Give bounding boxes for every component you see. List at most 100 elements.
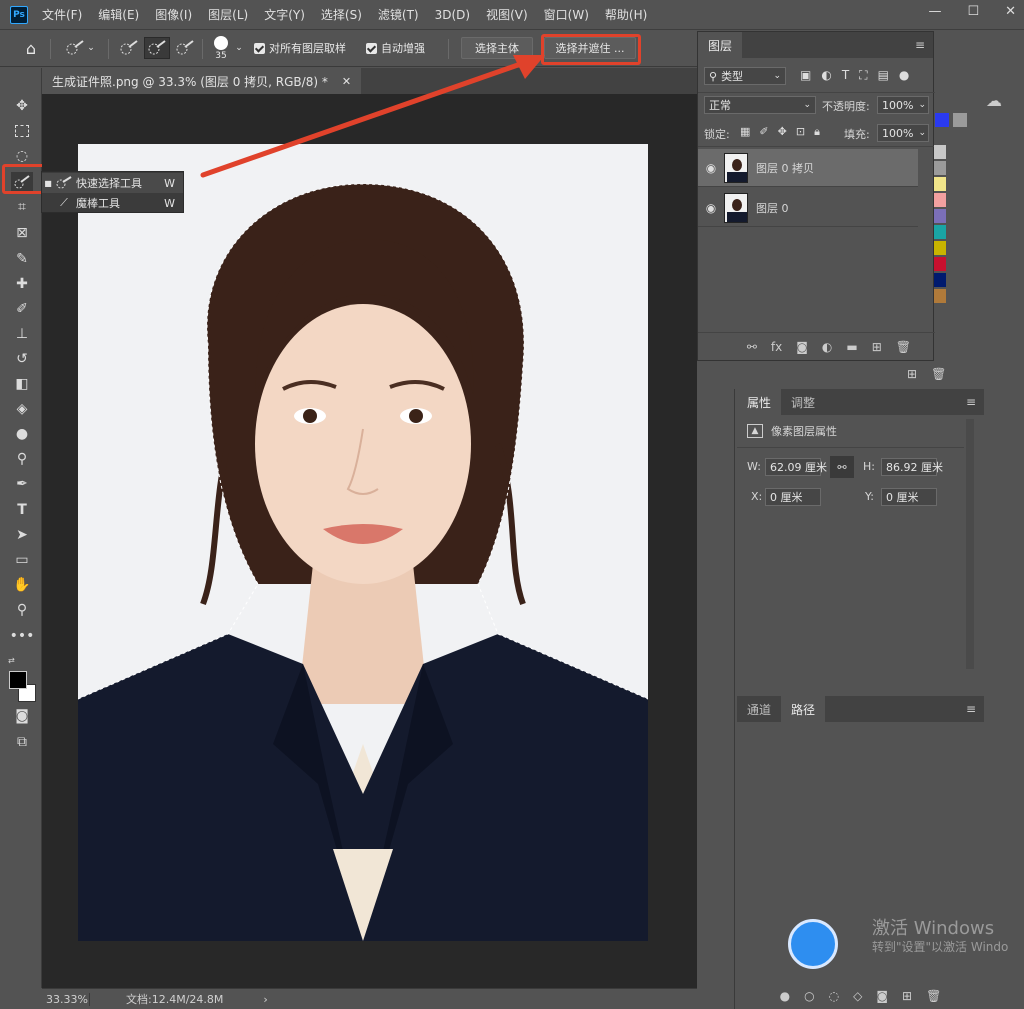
pen-tool-icon[interactable]: ✒ xyxy=(11,474,33,494)
color-swatch[interactable] xyxy=(934,273,946,287)
add-mask-icon[interactable]: ◙ xyxy=(796,340,808,354)
load-selection-icon[interactable]: ◌ xyxy=(829,989,839,1003)
lock-all-icon[interactable]: 🔒︎ xyxy=(814,125,820,139)
x-input[interactable]: 0 厘米 xyxy=(765,488,821,506)
blur-tool-icon[interactable]: ● xyxy=(11,424,33,444)
link-layers-icon[interactable]: ⚯ xyxy=(747,340,757,354)
menu-type[interactable]: 文字(Y) xyxy=(264,6,305,23)
crop-tool-icon[interactable]: ⌗ xyxy=(11,197,33,217)
eye-icon[interactable]: ◉ xyxy=(698,161,724,175)
history-brush-tool-icon[interactable]: ↺ xyxy=(11,349,33,369)
dodge-tool-icon[interactable]: ⚲ xyxy=(11,449,33,469)
height-input[interactable]: 86.92 厘米 xyxy=(881,458,943,476)
eyedropper-tool-icon[interactable]: ✎ xyxy=(11,249,33,269)
adjustment-filter-icon[interactable]: ◐ xyxy=(821,68,831,83)
color-swatch[interactable] xyxy=(934,241,946,255)
flyout-item-quick-selection[interactable]: ■ 快速选择工具 W xyxy=(42,173,183,193)
trash-icon[interactable]: 🗑︎ xyxy=(896,340,911,354)
add-to-selection-button[interactable] xyxy=(144,37,170,59)
foreground-color-swatch[interactable] xyxy=(9,671,27,689)
y-input[interactable]: 0 厘米 xyxy=(881,488,937,506)
panel-menu-icon[interactable]: ≡ xyxy=(966,395,976,409)
trash-icon[interactable]: 🗑︎ xyxy=(931,367,946,381)
link-dimensions-icon[interactable]: ⚯ xyxy=(830,456,854,478)
color-swatch[interactable] xyxy=(934,193,946,207)
flyout-item-magic-wand[interactable]: ⟋ 魔棒工具 W xyxy=(42,193,183,213)
minimize-icon[interactable]: — xyxy=(928,4,941,19)
panel-menu-icon[interactable]: ≡ xyxy=(915,38,925,52)
zoom-tool-icon[interactable]: ⚲ xyxy=(11,600,33,620)
close-icon[interactable]: ✕ xyxy=(1005,4,1016,19)
smart-object-filter-icon[interactable]: ▤ xyxy=(878,68,889,83)
zoom-level[interactable]: 33.33% xyxy=(42,992,90,1006)
eye-icon[interactable]: ◉ xyxy=(698,201,724,215)
healing-brush-tool-icon[interactable]: ✚ xyxy=(11,274,33,294)
swatch-gray[interactable] xyxy=(953,113,967,127)
hand-tool-icon[interactable]: ✋ xyxy=(11,575,33,595)
menu-3d[interactable]: 3D(D) xyxy=(435,8,470,22)
fill-input[interactable]: 100% ⌄ xyxy=(877,124,929,142)
path-selection-tool-icon[interactable]: ➤ xyxy=(11,525,33,545)
menu-view[interactable]: 视图(V) xyxy=(486,6,528,23)
color-swatch[interactable] xyxy=(934,225,946,239)
new-selection-button[interactable] xyxy=(116,37,142,59)
layer-row-original[interactable]: ◉ 图层 0 xyxy=(698,189,918,227)
blend-mode-select[interactable]: 正常 ⌄ xyxy=(704,96,816,114)
tab-channels[interactable]: 通道 xyxy=(737,696,781,722)
lock-transparency-icon[interactable]: ▦ xyxy=(740,125,750,139)
swatch-blue[interactable] xyxy=(935,113,949,127)
color-swatch[interactable] xyxy=(934,257,946,271)
new-swatch-icon[interactable]: ⊞ xyxy=(907,367,917,381)
paint-bucket-tool-icon[interactable]: ◈ xyxy=(11,399,33,419)
tab-properties[interactable]: 属性 xyxy=(737,389,782,415)
color-swatch[interactable] xyxy=(934,177,946,191)
floating-assistant-icon[interactable] xyxy=(788,919,838,969)
home-icon[interactable]: ⌂ xyxy=(18,37,44,59)
tool-preset-picker[interactable]: ⌄ xyxy=(60,37,100,59)
brush-tool-icon[interactable]: ✐ xyxy=(11,299,33,319)
opacity-input[interactable]: 100% ⌄ xyxy=(877,96,929,114)
lock-artboard-icon[interactable]: ⊡ xyxy=(796,125,805,139)
layer-row-copy[interactable]: ◉ 图层 0 拷贝 xyxy=(698,149,918,187)
adjustment-layer-icon[interactable]: ◐ xyxy=(822,340,832,354)
panel-menu-icon[interactable]: ≡ xyxy=(966,702,976,716)
type-tool-icon[interactable]: T xyxy=(11,500,33,520)
menu-select[interactable]: 选择(S) xyxy=(321,6,362,23)
add-mask-icon[interactable]: ◙ xyxy=(876,989,888,1003)
move-tool-icon[interactable]: ✥ xyxy=(11,96,33,116)
id-photo-canvas[interactable] xyxy=(78,144,648,941)
quick-mask-icon[interactable]: ◙ xyxy=(11,706,33,726)
maximize-icon[interactable]: ☐ xyxy=(967,4,979,19)
menu-help[interactable]: 帮助(H) xyxy=(605,6,647,23)
color-swatch[interactable] xyxy=(934,209,946,223)
menu-window[interactable]: 窗口(W) xyxy=(544,6,589,23)
tab-adjustments[interactable]: 调整 xyxy=(781,389,825,415)
menu-file[interactable]: 文件(F) xyxy=(42,6,82,23)
properties-scrollbar[interactable] xyxy=(966,419,974,669)
tab-paths[interactable]: 路径 xyxy=(781,696,826,722)
new-path-icon[interactable]: ⊞ xyxy=(902,989,912,1003)
color-swatch[interactable] xyxy=(934,289,946,303)
trash-icon[interactable]: 🗑︎ xyxy=(926,989,941,1003)
clone-stamp-tool-icon[interactable]: ⊥ xyxy=(11,324,33,344)
filter-toggle-icon[interactable]: ● xyxy=(899,68,909,83)
make-work-path-icon[interactable]: ◇ xyxy=(853,989,862,1003)
layer-filter-select[interactable]: ⚲ 类型 ⌄ xyxy=(704,67,786,85)
tab-layers[interactable]: 图层 xyxy=(698,32,743,58)
menu-layer[interactable]: 图层(L) xyxy=(208,6,248,23)
screen-mode-icon[interactable]: ⧉ xyxy=(11,732,33,752)
swap-colors-icon[interactable]: ⇄ xyxy=(8,656,15,665)
shape-filter-icon[interactable]: ⛶ xyxy=(859,68,867,83)
fx-icon[interactable]: fx xyxy=(771,340,782,354)
eraser-tool-icon[interactable]: ◧ xyxy=(11,374,33,394)
width-input[interactable]: 62.09 厘米 xyxy=(765,458,827,476)
rectangle-tool-icon[interactable]: ▭ xyxy=(11,550,33,570)
stroke-path-icon[interactable]: ○ xyxy=(804,989,814,1003)
frame-tool-icon[interactable]: ⊠ xyxy=(11,223,33,243)
marquee-tool-icon[interactable] xyxy=(11,121,33,141)
lasso-tool-icon[interactable]: ◌ xyxy=(11,146,33,166)
menu-image[interactable]: 图像(I) xyxy=(155,6,192,23)
status-menu-chevron-icon[interactable]: › xyxy=(263,993,267,1006)
menu-edit[interactable]: 编辑(E) xyxy=(98,6,139,23)
lock-pixels-icon[interactable]: ✐ xyxy=(759,125,768,139)
